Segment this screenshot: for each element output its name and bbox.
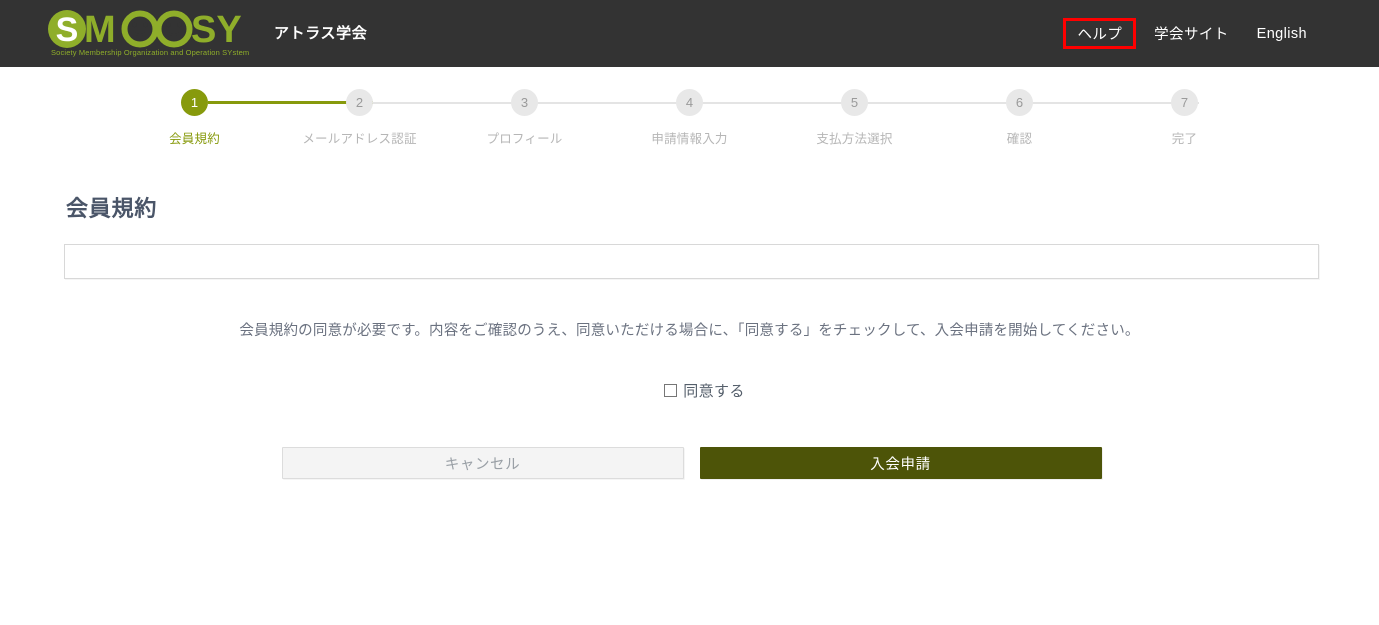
step-2-number: 2 [346,89,373,116]
action-buttons: キャンセル 入会申請 [64,447,1315,479]
terms-text [65,245,1318,261]
step-5-number: 5 [841,89,868,116]
step-7-complete[interactable]: 7 完了 [1102,89,1267,147]
page-title: 会員規約 [66,196,158,221]
step-6-confirm[interactable]: 6 確認 [937,89,1102,147]
agreement-notice: 会員規約の同意が必要です。内容をご確認のうえ、同意いただける場合に、「同意する」… [239,323,1140,339]
smoosy-logo[interactable]: S M SY Society Membership Organization a… [48,10,260,57]
agree-checkbox-label[interactable]: 同意する [683,380,745,401]
nav-item-society-site[interactable]: 学会サイト [1140,18,1243,49]
society-name: アトラス学会 [274,25,368,42]
brand-area[interactable]: S M SY Society Membership Organization a… [48,10,367,57]
step-6-number: 6 [1006,89,1033,116]
progress-stepper: 1 会員規約 2 メールアドレス認証 3 プロフィール 4 申請情報入力 5 支… [0,89,1379,147]
nav-item-help[interactable]: ヘルプ [1063,18,1137,49]
cancel-button[interactable]: キャンセル [281,447,684,479]
header-nav: ヘルプ 学会サイト English [1059,18,1379,49]
agree-checkbox[interactable] [664,384,678,397]
smoosy-logo-icon: S M SY [48,10,242,49]
step-3-number: 3 [511,89,538,116]
main-content: 会員規約 会員規約の同意が必要です。内容をご確認のうえ、同意いただける場合に、「… [0,191,1379,479]
step-4-number: 4 [676,89,703,116]
step-5-payment-method[interactable]: 5 支払方法選択 [772,89,937,147]
step-5-label: 支払方法選択 [816,132,893,146]
agree-row: 同意する [64,380,1315,401]
step-1-number: 1 [181,89,208,116]
step-2-label: メールアドレス認証 [302,132,417,146]
submit-application-button[interactable]: 入会申請 [699,447,1102,479]
svg-text:SY: SY [191,10,242,48]
step-3-label: プロフィール [486,132,563,146]
terms-scroll-panel[interactable] [64,244,1319,279]
stepper-track: 1 会員規約 2 メールアドレス認証 3 プロフィール 4 申請情報入力 5 支… [112,89,1267,147]
step-7-number: 7 [1171,89,1198,116]
step-7-label: 完了 [1171,132,1198,146]
step-4-application-info[interactable]: 4 申請情報入力 [607,89,772,147]
site-header: S M SY Society Membership Organization a… [0,0,1379,67]
logo-tagline: Society Membership Organization and Oper… [51,48,250,58]
step-1-terms[interactable]: 1 会員規約 [112,89,277,147]
svg-text:S: S [56,11,79,48]
step-3-profile[interactable]: 3 プロフィール [442,89,607,147]
svg-text:M: M [84,10,116,48]
step-6-label: 確認 [1006,132,1033,146]
step-4-label: 申請情報入力 [651,132,728,146]
step-1-label: 会員規約 [169,132,220,146]
nav-item-english[interactable]: English [1243,21,1321,47]
step-2-email-verify[interactable]: 2 メールアドレス認証 [277,89,442,147]
